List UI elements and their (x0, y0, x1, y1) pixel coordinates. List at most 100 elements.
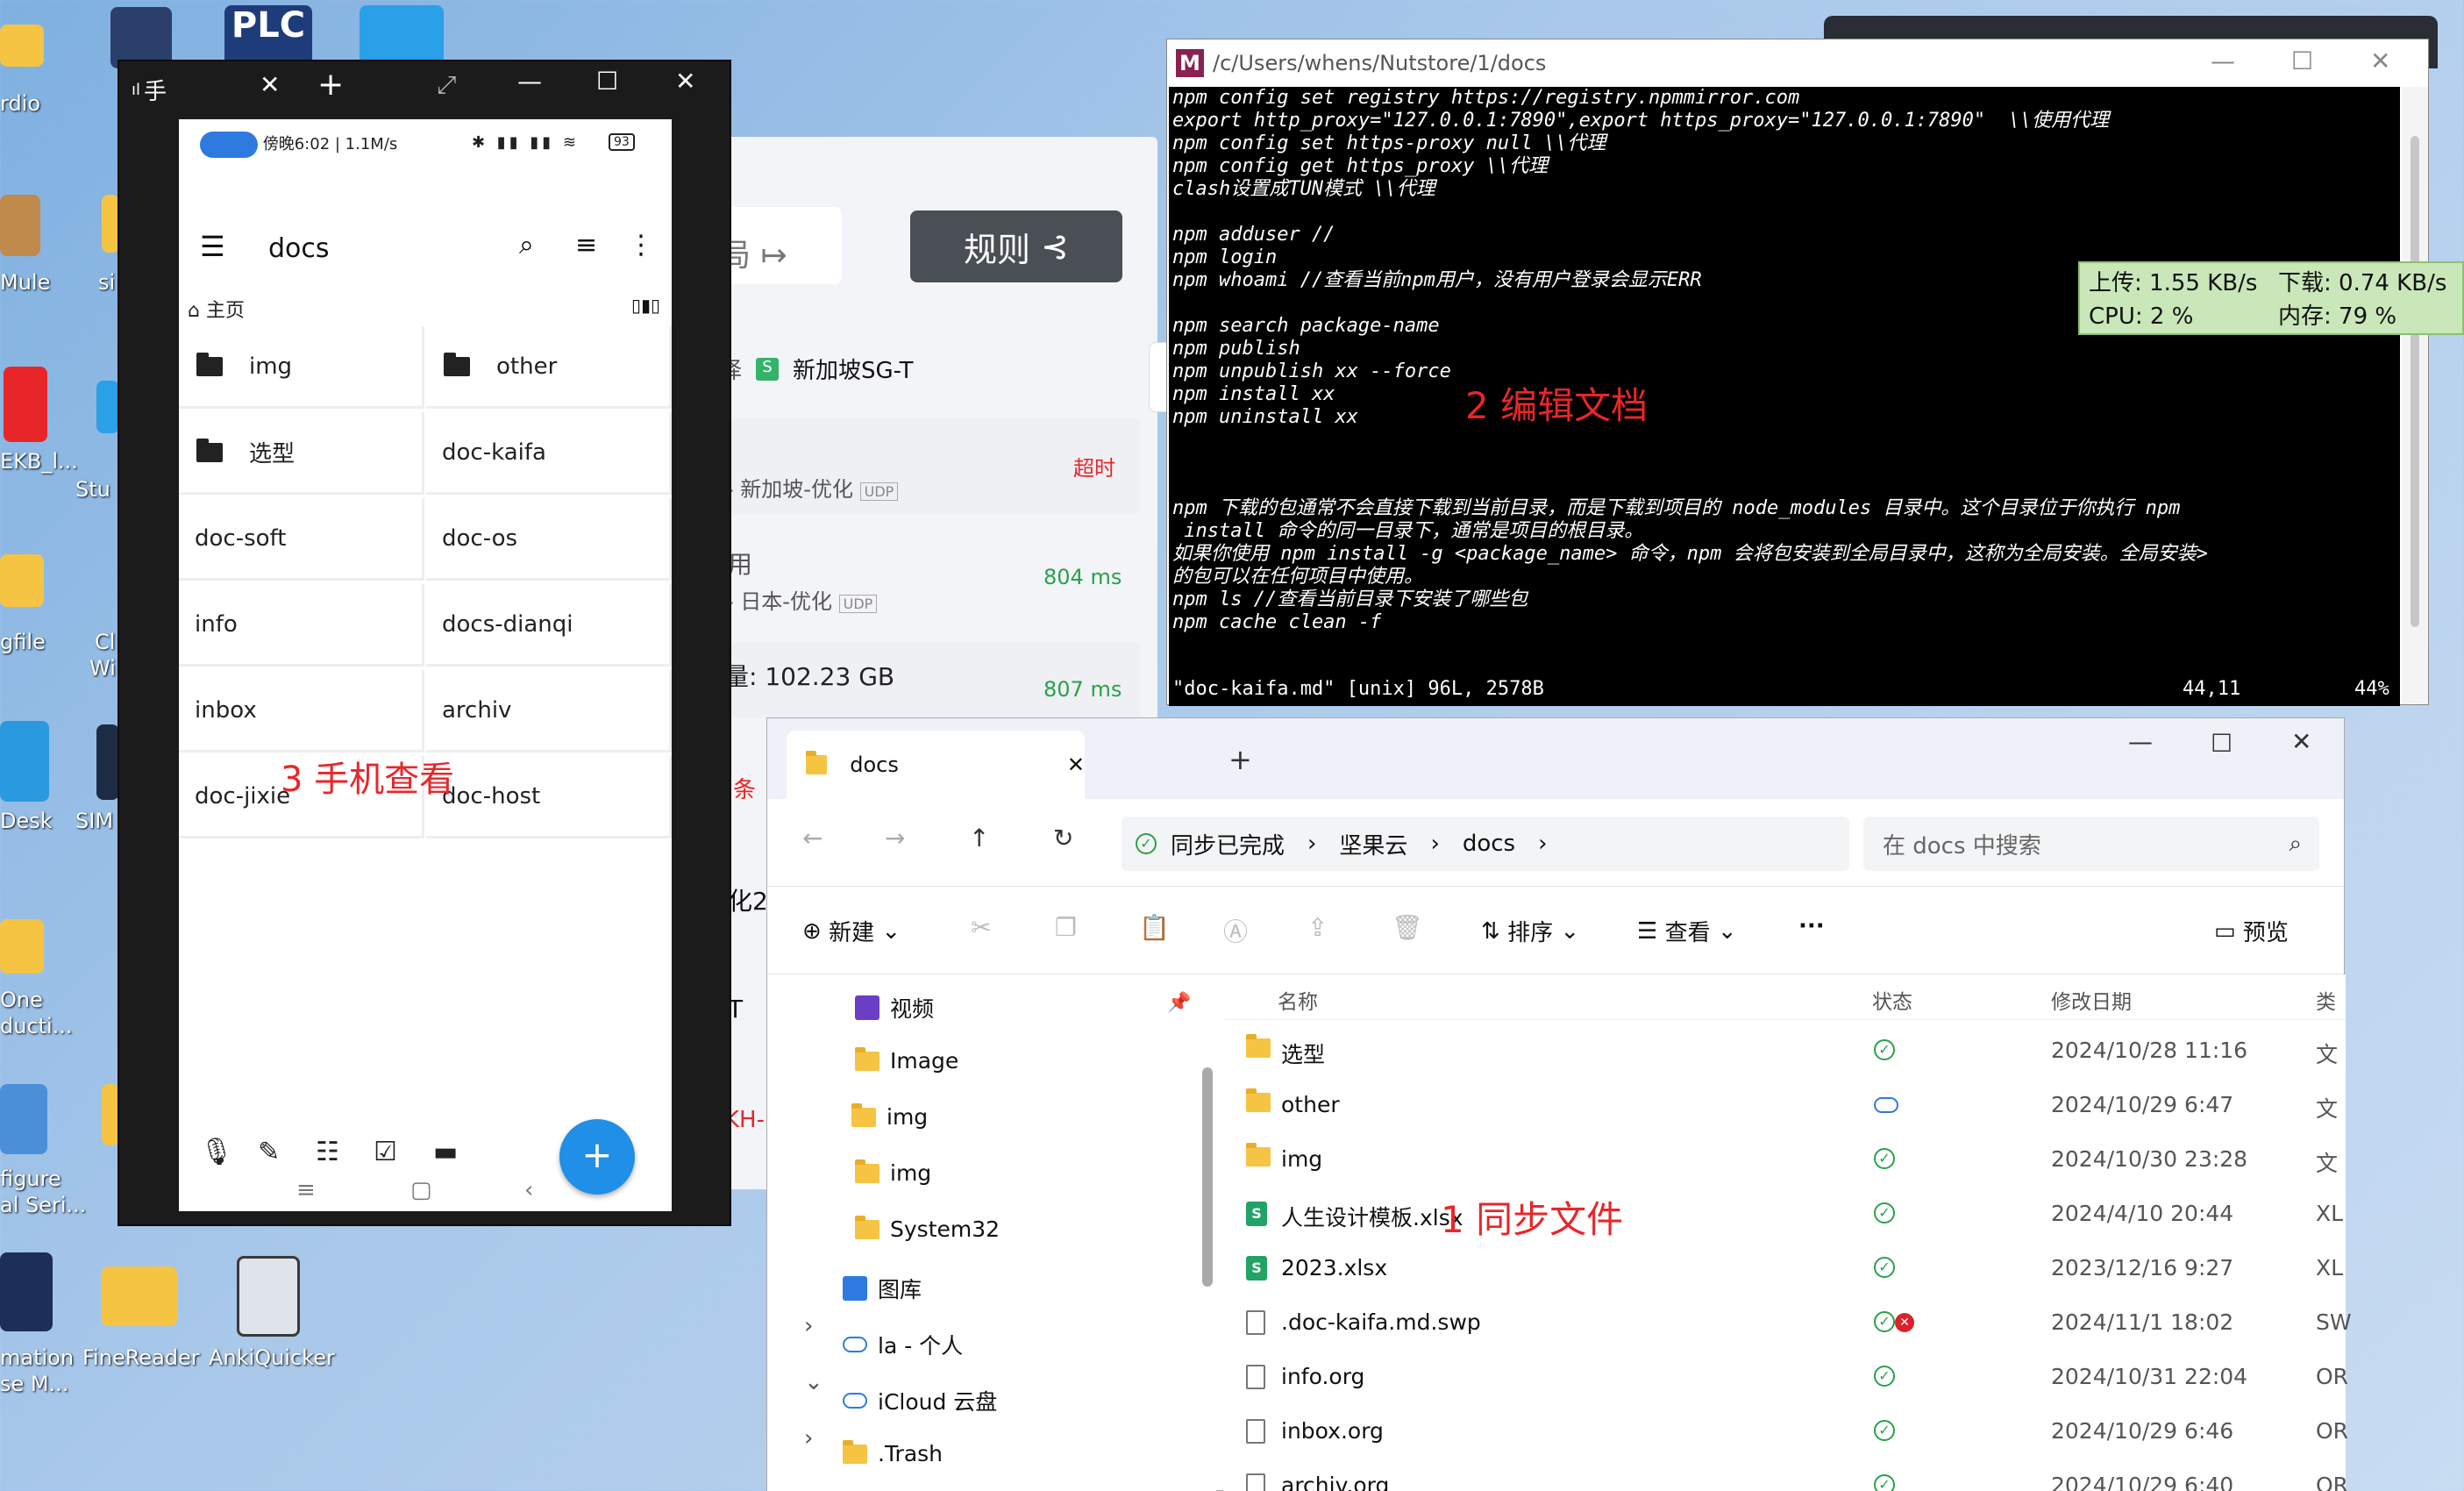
nav-item[interactable]: .Trash (843, 1439, 943, 1466)
close-icon[interactable]: ✕ (2291, 727, 2311, 756)
menu-icon[interactable]: ☰ (200, 230, 225, 263)
rename-icon[interactable]: Ⓐ (1223, 913, 1248, 948)
address-bar[interactable]: ✓ 同步已完成 › 坚果云 › docs › (1122, 817, 1849, 871)
app-icon[interactable] (360, 5, 444, 67)
file-row[interactable]: img ✓ 2024/10/30 23:28 文 (1223, 1132, 2346, 1187)
nav-item[interactable]: img (855, 1159, 931, 1186)
more-icon[interactable]: ⋮ (628, 230, 654, 260)
grid-item[interactable]: docs-dianqi (426, 584, 672, 667)
app-icon[interactable] (4, 367, 47, 442)
cema-icon[interactable] (0, 1252, 53, 1331)
nav-item[interactable]: 视频 (855, 992, 934, 1024)
sort-icon[interactable]: ≡ (575, 230, 597, 260)
close-tab-icon[interactable]: ✕ (260, 70, 280, 99)
col-status[interactable]: 状态 (1872, 985, 1912, 1015)
cut-icon[interactable]: ✂ (971, 913, 991, 942)
minimize-icon[interactable]: — (2128, 727, 2153, 756)
more-button[interactable]: ··· (1798, 913, 1825, 939)
tab-docs[interactable]: docs ✕ (787, 731, 1085, 799)
folder-icon[interactable]: ▬ (433, 1137, 458, 1167)
sort-button[interactable]: ⇅ 排序 ⌄ (1481, 915, 1579, 947)
new-button[interactable]: ⊕ 新建 ⌄ (802, 915, 901, 947)
file-row[interactable]: .doc-kaifa.md.swp ✓ ✕ 2024/11/1 18:02 SW (1223, 1295, 2352, 1350)
ankiquicker-icon[interactable] (237, 1256, 300, 1337)
grid-item[interactable]: archiv (426, 670, 672, 753)
nav-item[interactable]: img (851, 1102, 928, 1130)
app-icon[interactable] (96, 381, 119, 433)
grid-item[interactable]: doc-kaifa (426, 412, 672, 495)
copy-icon[interactable]: ❐ (1055, 913, 1077, 942)
home-icon[interactable]: ▢ (410, 1177, 432, 1203)
desk-icon[interactable] (0, 721, 49, 802)
close-icon[interactable]: ✕ (675, 67, 695, 96)
folder-icon[interactable] (0, 554, 44, 607)
minimize-icon[interactable]: — (517, 67, 542, 96)
setup-icon[interactable] (0, 1084, 47, 1154)
grid-item[interactable]: img (179, 326, 424, 409)
back-icon[interactable]: ‹ (524, 1177, 533, 1203)
mule-icon[interactable] (0, 195, 40, 256)
resize-icon[interactable]: ⤢ (437, 70, 456, 100)
folder-icon[interactable] (102, 1084, 119, 1145)
folder-icon[interactable] (0, 25, 44, 67)
grid-item[interactable]: doc-os (426, 498, 672, 581)
file-row[interactable]: S 人生设计模板.xlsx ✓ 2024/4/10 20:44 XL (1223, 1187, 2346, 1241)
nav-scrollbar[interactable] (1202, 1067, 1213, 1287)
refresh-icon[interactable]: ↻ (1053, 824, 1073, 853)
up-icon[interactable]: ↑ (969, 824, 989, 853)
mic-icon[interactable]: 🎙 (200, 1137, 233, 1167)
nav-item[interactable]: iCloud 云盘 (843, 1385, 997, 1416)
breadcrumb[interactable]: ⌂ 主页 (188, 295, 245, 323)
nav-item[interactable]: la - 个人 (843, 1329, 963, 1360)
brush-icon[interactable]: ✎ (258, 1137, 280, 1167)
nav-item[interactable]: System32 (855, 1215, 1000, 1242)
file-row[interactable]: inbox.org ✓ 2024/10/29 6:46 OR (1223, 1404, 2348, 1459)
nav-item[interactable]: Image (855, 1046, 958, 1074)
proxy-node[interactable]: 择 S 新加坡SG-T (719, 353, 914, 385)
maximize-icon[interactable]: ☐ (2291, 46, 2313, 75)
paste-icon[interactable]: 📋 (1139, 913, 1170, 942)
file-row[interactable]: 选型 ✓ 2024/10/28 11:16 文 (1223, 1024, 2346, 1078)
rule-button[interactable]: 规则 ⊰ (910, 210, 1122, 282)
nav-item[interactable]: 图库 (843, 1273, 922, 1304)
chevron-down-icon[interactable]: ⌄ (804, 1369, 823, 1395)
new-tab-icon[interactable]: + (317, 67, 344, 103)
minimize-icon[interactable]: — (2211, 46, 2235, 75)
finereader-folder-icon[interactable] (102, 1266, 177, 1326)
grid-item[interactable]: other (426, 326, 672, 409)
view-toggle-icon[interactable]: ▯▮▯ (631, 295, 660, 316)
grid-item[interactable]: info (179, 584, 424, 667)
chevron-right-icon[interactable]: › (804, 1313, 813, 1339)
file-row[interactable]: info.org ✓ 2024/10/31 22:04 OR (1223, 1350, 2348, 1404)
file-row[interactable]: archiv.org ✓ 2024/10/29 6:40 OR (1223, 1459, 2348, 1491)
grid-item[interactable]: 选型 (179, 412, 424, 495)
file-row[interactable]: other 2024/10/29 6:47 文 (1223, 1078, 2346, 1132)
chevron-right-icon[interactable]: › (804, 1425, 813, 1452)
forward-icon[interactable]: → (885, 824, 905, 853)
col-name[interactable]: 名称 (1278, 985, 1318, 1015)
plc-icon[interactable]: PLC (224, 5, 312, 67)
grid-item[interactable]: doc-soft (179, 498, 424, 581)
share-icon[interactable]: ⇪ (1307, 913, 1328, 942)
vim-buffer[interactable]: npm config set registry https://registry… (1169, 87, 2400, 706)
maximize-icon[interactable]: ☐ (2211, 729, 2233, 758)
scrollbar[interactable] (2402, 87, 2428, 704)
list-icon[interactable]: ☷ (316, 1137, 339, 1167)
breadcrumb-sync[interactable]: 同步已完成 (1171, 828, 1285, 860)
search-input[interactable]: 在 docs 中搜索 ⌕ (1863, 817, 2319, 871)
new-tab-icon[interactable]: + (1228, 743, 1252, 776)
back-icon[interactable]: ← (802, 824, 823, 853)
recents-icon[interactable]: ≡ (296, 1177, 316, 1203)
folder-icon[interactable] (102, 195, 119, 253)
onedrive-icon[interactable] (0, 919, 44, 974)
col-date[interactable]: 修改日期 (2051, 985, 2132, 1015)
delete-icon[interactable]: 🗑 (1392, 913, 1423, 942)
grid-item[interactable]: doc-host (426, 756, 672, 838)
breadcrumb-jianguoyun[interactable]: 坚果云 (1339, 828, 1407, 860)
breadcrumb-docs[interactable]: docs (1463, 831, 1515, 857)
view-button[interactable]: ☰ 查看 ⌄ (1637, 915, 1737, 947)
grid-item[interactable]: inbox (179, 670, 424, 753)
pin-icon[interactable]: 📌 (1167, 992, 1191, 1014)
file-row[interactable]: S 2023.xlsx ✓ 2023/12/16 9:27 XL (1223, 1241, 2346, 1295)
preview-button[interactable]: ▭ 预览 (2214, 915, 2289, 947)
